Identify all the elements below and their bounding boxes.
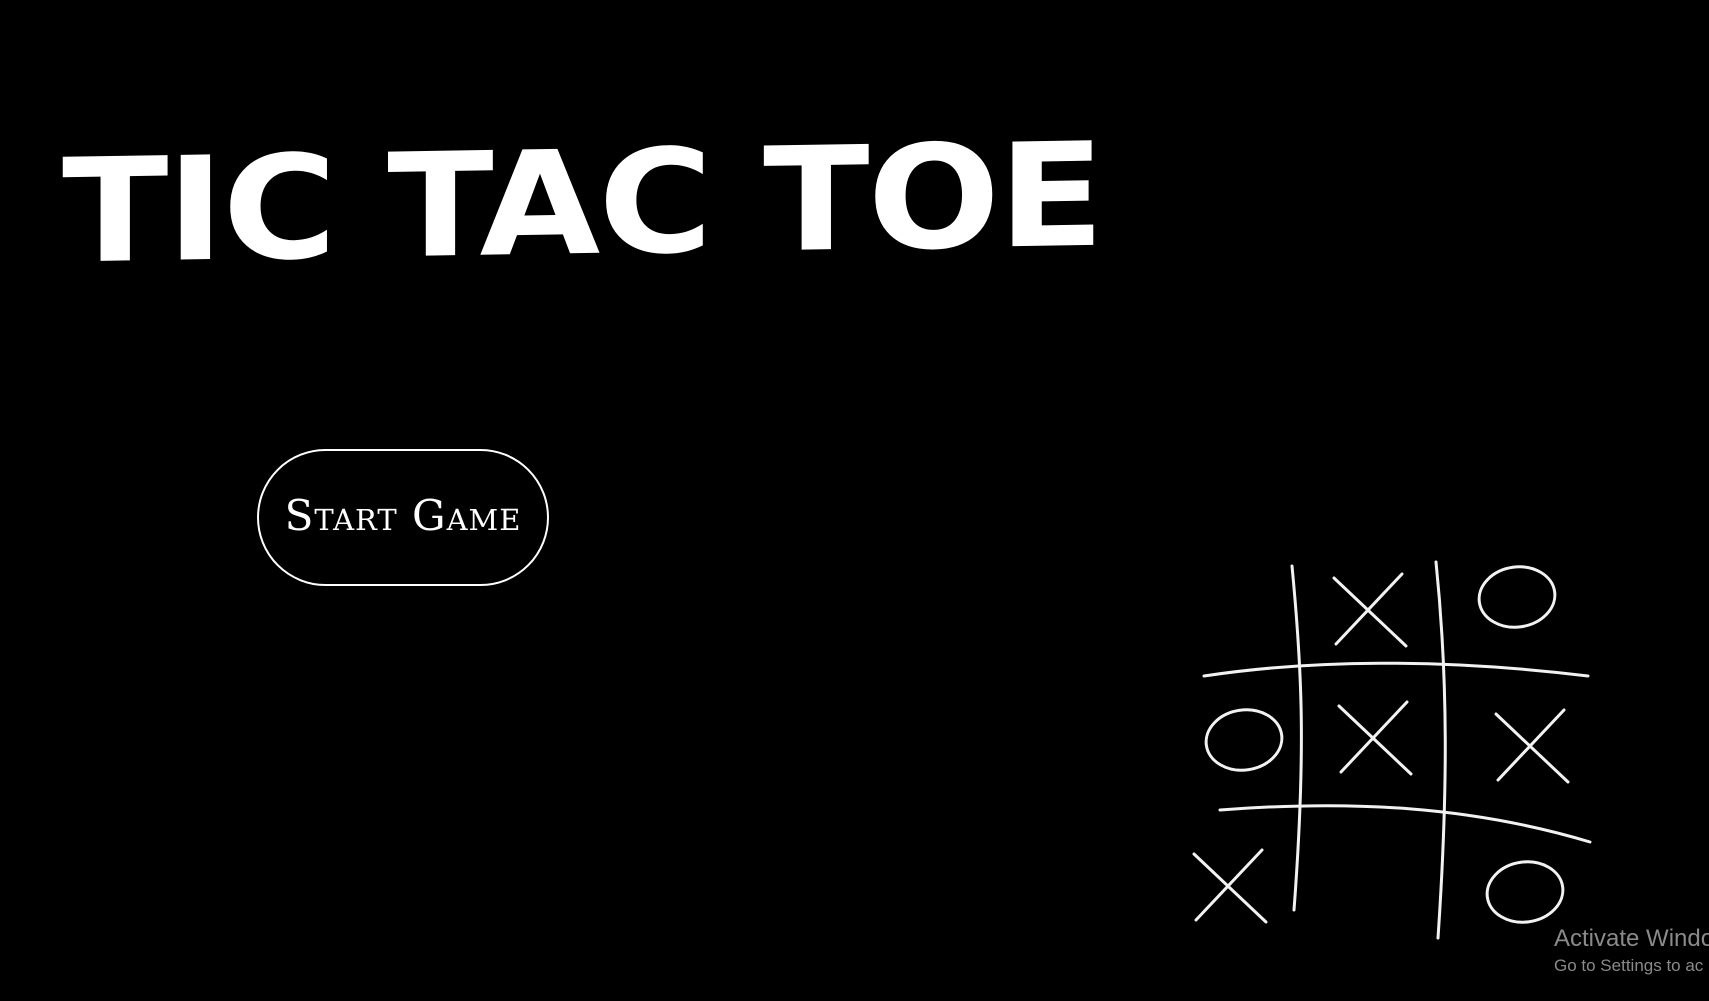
main-menu-screen: TIC TAC TOE Start Game Activate Windo Go… bbox=[0, 0, 1709, 1001]
game-title: TIC TAC TOE bbox=[62, 111, 1103, 296]
x-mark-icon bbox=[1494, 708, 1570, 784]
windows-activation-watermark: Activate Windo Go to Settings to ac bbox=[1554, 924, 1709, 978]
x-mark-icon bbox=[1332, 572, 1408, 648]
x-mark-icon bbox=[1192, 848, 1268, 924]
watermark-subtitle: Go to Settings to ac bbox=[1554, 956, 1704, 975]
o-mark-icon bbox=[1204, 708, 1284, 772]
start-game-button[interactable]: Start Game bbox=[257, 449, 549, 586]
x-mark-icon bbox=[1337, 700, 1413, 776]
o-mark-icon bbox=[1485, 860, 1565, 924]
watermark-title: Activate Windo bbox=[1554, 925, 1709, 952]
grid-line-vertical-right bbox=[1434, 560, 1447, 940]
o-mark-icon bbox=[1477, 565, 1557, 629]
tic-tac-toe-board-icon bbox=[1192, 560, 1592, 940]
grid-line-horizontal-bottom bbox=[1218, 804, 1592, 844]
grid-line-vertical-left bbox=[1290, 564, 1303, 912]
grid-line-horizontal-top bbox=[1202, 661, 1590, 678]
